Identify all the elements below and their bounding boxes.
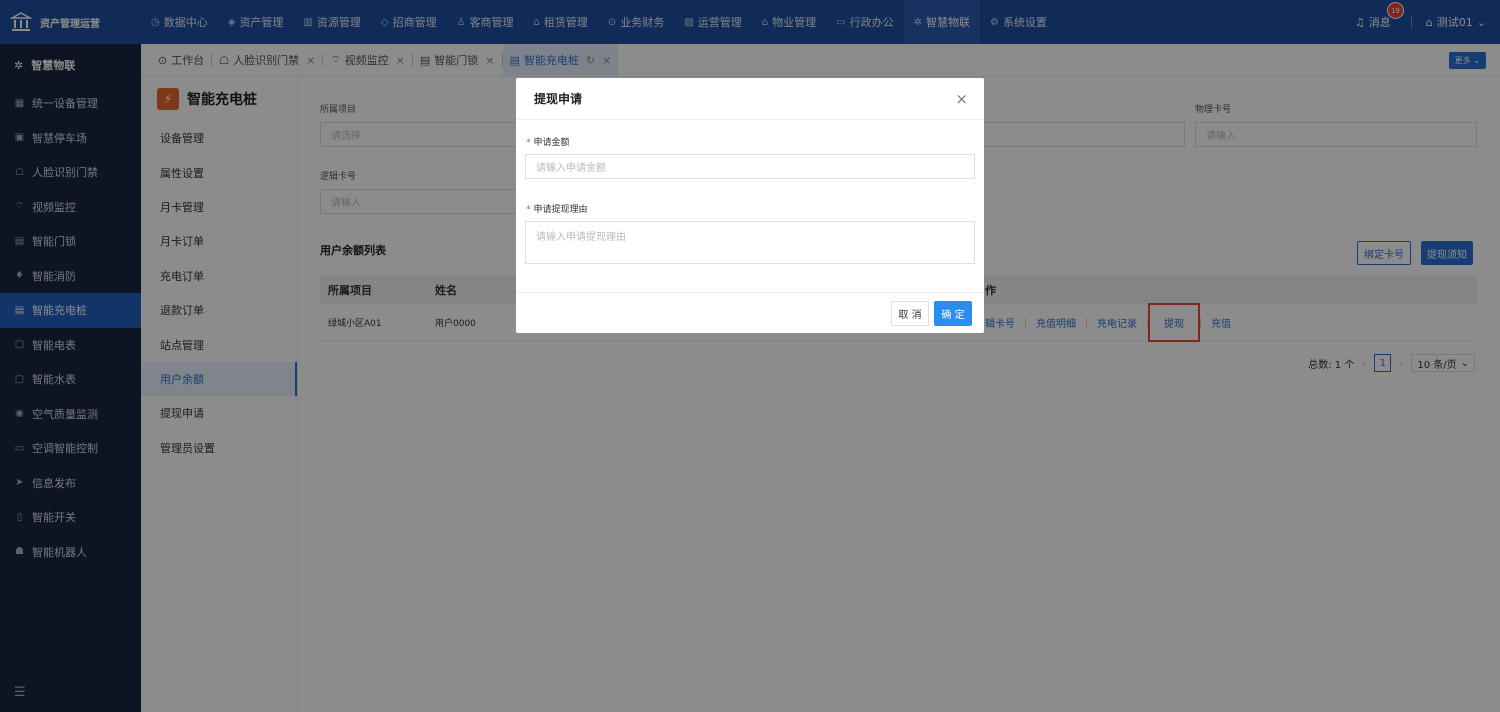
- required-mark: *: [526, 138, 531, 148]
- dialog-footer: 取 消 确 定: [516, 292, 984, 333]
- cancel-button[interactable]: 取 消: [891, 301, 929, 326]
- amount-label-text: 申请金额: [533, 138, 570, 148]
- reason-label: * 申请提现理由: [526, 202, 588, 215]
- reason-label-text: 申请提现理由: [533, 205, 588, 215]
- close-icon[interactable]: ×: [955, 90, 968, 108]
- reason-textarea[interactable]: 请输入申请提现理由: [525, 221, 975, 264]
- confirm-button[interactable]: 确 定: [934, 301, 972, 326]
- amount-label: * 申请金额: [526, 135, 570, 148]
- withdraw-dialog: 提现申请 × * 申请金额 请输入申请金额 * 申请提现理由 请输入申请提现理由 取…: [516, 78, 984, 333]
- amount-input[interactable]: 请输入申请金额: [525, 154, 975, 179]
- required-mark: *: [526, 205, 531, 215]
- dialog-title: 提现申请: [516, 78, 984, 120]
